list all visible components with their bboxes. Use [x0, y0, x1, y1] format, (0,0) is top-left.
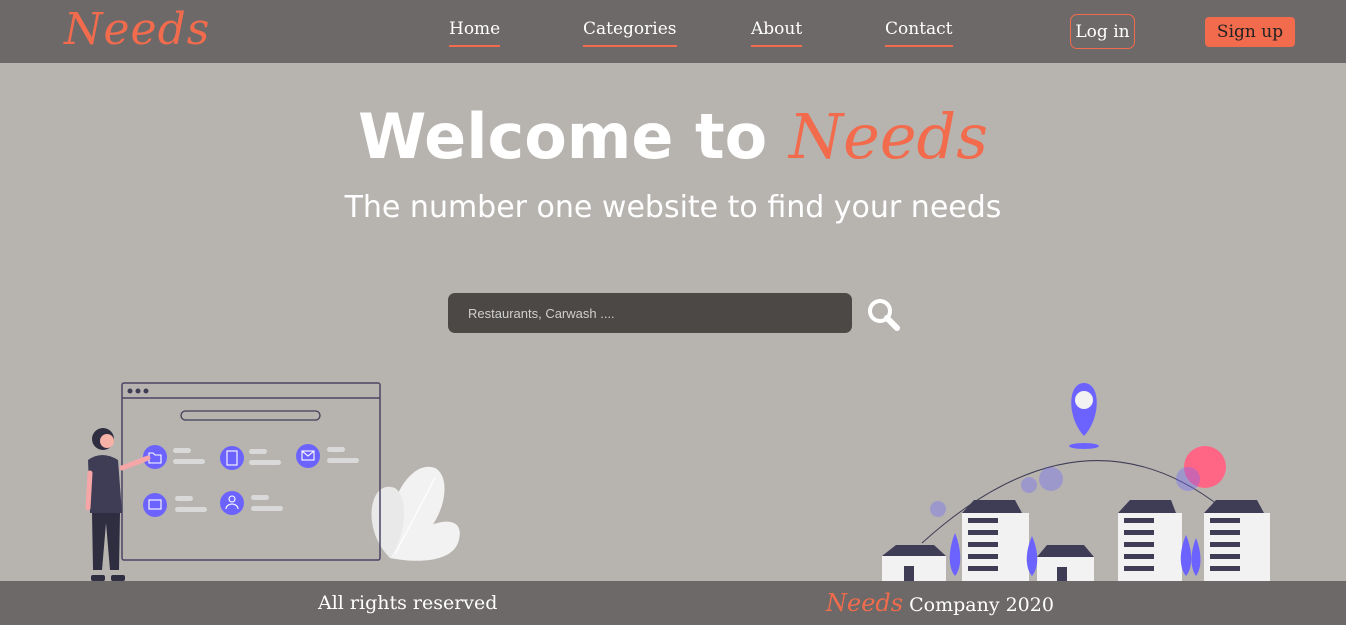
search-icon[interactable] [866, 297, 900, 331]
nav-contact[interactable]: Contact [885, 19, 953, 47]
nav-about[interactable]: About [751, 19, 803, 47]
hero-title: Welcome to Needs [0, 100, 1346, 173]
person-figure [85, 428, 151, 581]
top-navbar: Needs Home Categories About Contact Log … [0, 0, 1346, 63]
hero-title-brand: Needs [788, 100, 989, 173]
browser-illustration [85, 382, 460, 581]
leaf-decoration [371, 466, 460, 561]
signup-button[interactable]: Sign up [1205, 17, 1295, 47]
nav-home[interactable]: Home [449, 19, 501, 47]
nav-categories[interactable]: Categories [583, 19, 677, 47]
location-pin-icon [1069, 383, 1099, 449]
city-illustration [882, 383, 1270, 581]
logo[interactable]: Needs [64, 4, 210, 55]
login-button[interactable]: Log in [1070, 14, 1135, 49]
hero-title-prefix: Welcome to [357, 100, 789, 173]
footer-rights: All rights reserved [318, 592, 498, 614]
footer: All rights reserved Needs Company 2020 [0, 581, 1346, 625]
footer-company: Needs Company 2020 [826, 589, 1054, 617]
search-input[interactable] [448, 293, 852, 333]
footer-brand: Needs [826, 589, 904, 617]
footer-company-text: Company 2020 [909, 594, 1054, 616]
hero-subtitle: The number one website to find your need… [344, 190, 1002, 225]
